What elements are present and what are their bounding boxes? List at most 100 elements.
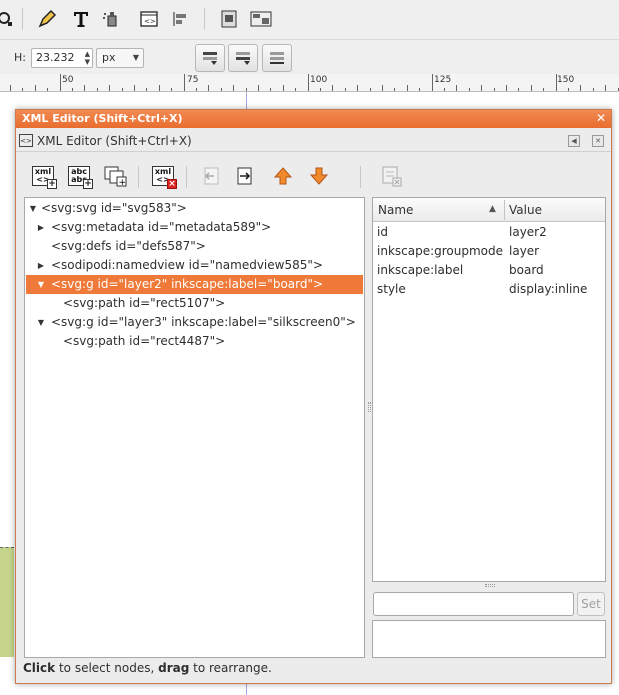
status-click: Click (23, 661, 56, 675)
ruler-label: 100 (310, 75, 328, 85)
indent-node-button[interactable] (232, 163, 258, 189)
ruler-tick (122, 88, 123, 91)
tool-controls-bar: H: 23.232 ▲ ▼ px ▼ (0, 40, 619, 74)
tree-node-row[interactable]: ▼ <svg:g id="layer3" inkscape:label="sil… (26, 313, 363, 332)
tree-node-row[interactable]: <svg:path id="rect4487"> (26, 332, 363, 351)
spray-icon[interactable] (100, 8, 122, 30)
unit-select[interactable]: px ▼ (96, 48, 144, 68)
toolbar-separator (138, 166, 139, 188)
unindent-node-button[interactable] (198, 163, 224, 189)
new-element-node-button[interactable]: xml <> + (30, 163, 57, 189)
ruler-tick (332, 85, 333, 91)
raise-node-button[interactable] (270, 163, 296, 189)
attribute-name: style (377, 282, 406, 296)
spin-arrows-icon[interactable]: ▲ ▼ (85, 50, 90, 66)
ruler-tick (134, 85, 135, 91)
new-element-node-icon: xml <> + (32, 166, 57, 189)
delete-node-button[interactable]: xml <> × (150, 163, 177, 189)
status-text: to select nodes, (55, 661, 159, 675)
ruler-tick (531, 85, 532, 91)
attribute-value-entry[interactable] (373, 592, 574, 616)
name-column-header[interactable]: Name (378, 203, 413, 217)
zoom-icon[interactable] (0, 8, 16, 30)
close-icon[interactable]: ✕ (596, 111, 606, 125)
status-text-end: to rearrange. (189, 661, 272, 675)
tree-node-row[interactable]: ▶ <svg:metadata id="metadata589"> (26, 218, 363, 237)
duplicate-node-button[interactable]: + (102, 163, 128, 189)
attribute-row[interactable]: style display:inline (373, 280, 605, 299)
tree-node-row-selected[interactable]: ▼ <svg:g id="layer2" inkscape:label="boa… (26, 275, 363, 294)
panel-header: <> XML Editor (Shift+Ctrl+X) ◀ ✕ (16, 130, 611, 152)
text-icon[interactable] (70, 8, 92, 30)
unit-value: px (102, 51, 116, 64)
set-attribute-button[interactable]: Set (577, 592, 605, 616)
toolbar-separator (22, 8, 23, 30)
attribute-table[interactable]: Name ▲ Value id layer2 inkscape:groupmod… (372, 197, 606, 582)
align-icon[interactable] (170, 8, 192, 30)
xml-editor-icon[interactable]: <> (138, 8, 160, 30)
expand-arrow-icon[interactable]: ▼ (35, 275, 47, 294)
tree-node-row[interactable]: <svg:defs id="defs587"> (26, 237, 363, 256)
tree-node-row[interactable]: <svg:path id="rect5107"> (26, 294, 363, 313)
status-bar: Click to select nodes, drag to rearrange… (23, 661, 603, 679)
attribute-table-header: Name ▲ Value (373, 198, 605, 222)
ruler-tick (10, 85, 11, 91)
horizontal-ruler[interactable]: 50 75 100 125 150 (0, 74, 619, 92)
lower-to-bottom-button[interactable] (262, 44, 292, 72)
expand-arrow-icon[interactable]: ▼ (27, 199, 39, 218)
ruler-tick (283, 85, 284, 91)
raise-icon (203, 52, 217, 65)
expand-arrow-icon[interactable]: ▶ (35, 218, 47, 237)
ruler-tick (456, 85, 457, 91)
tree-node-row[interactable]: ▼ <svg:svg id="svg583"> (26, 199, 363, 218)
ruler-tick (84, 85, 85, 91)
expand-arrow-icon[interactable]: ▶ (35, 256, 47, 275)
lower-node-button[interactable] (306, 163, 332, 189)
attribute-row[interactable]: inkscape:groupmode layer (373, 242, 605, 261)
lower-bottom-icon (270, 52, 284, 64)
ruler-tick (246, 88, 247, 91)
pen-icon[interactable] (36, 8, 58, 30)
attribute-value-textarea[interactable] (372, 620, 606, 658)
ruler-label: 75 (187, 75, 199, 85)
ruler-tick (605, 85, 606, 91)
delete-attribute-button[interactable] (378, 163, 404, 189)
document-properties-icon[interactable] (218, 8, 240, 30)
sort-ascending-icon: ▲ (489, 204, 496, 214)
arrow-up-icon (273, 167, 293, 185)
column-divider[interactable] (504, 200, 505, 220)
panel-iconify-icon[interactable]: ◀ (568, 135, 580, 147)
svg-text:+: + (119, 178, 127, 187)
tree-node-row[interactable]: ▶ <sodipodi:namedview id="namedview585"> (26, 256, 363, 275)
ruler-tick (295, 88, 296, 91)
lower-button[interactable] (228, 44, 258, 72)
ruler-tick (270, 88, 271, 91)
height-spinbox[interactable]: 23.232 ▲ ▼ (31, 48, 93, 68)
pane-resize-handle[interactable] (368, 402, 371, 412)
ruler-tick (593, 88, 594, 91)
attribute-pane-resize-handle[interactable] (485, 584, 495, 587)
value-column-header[interactable]: Value (509, 203, 542, 217)
ruler-tick (184, 74, 185, 91)
panel-close-icon[interactable]: ✕ (592, 135, 604, 147)
arrow-down-icon (309, 167, 329, 185)
new-text-node-button[interactable]: abc abc + (66, 163, 93, 189)
symbols-icon[interactable] (250, 8, 272, 30)
attribute-name: inkscape:groupmode (377, 244, 504, 258)
xml-node-tree[interactable]: ▼ <svg:svg id="svg583"> ▶ <svg:metadata … (24, 197, 365, 658)
ruler-tick (469, 88, 470, 91)
tree-node-label: <svg:svg id="svg583"> (41, 201, 187, 215)
ruler-tick (543, 88, 544, 91)
ruler-tick (171, 88, 172, 91)
ruler-tick (432, 74, 433, 91)
ruler-label: 125 (434, 75, 452, 85)
height-value: 23.232 (36, 51, 75, 64)
chevron-down-icon: ▼ (132, 53, 139, 62)
raise-to-top-button[interactable] (195, 44, 225, 72)
indent-icon (237, 167, 252, 185)
attribute-row[interactable]: inkscape:label board (373, 261, 605, 280)
dialog-titlebar[interactable]: XML Editor (Shift+Ctrl+X) ✕ (16, 110, 611, 128)
attribute-row[interactable]: id layer2 (373, 223, 605, 242)
ruler-tick (394, 88, 395, 91)
expand-arrow-icon[interactable]: ▼ (35, 313, 47, 332)
